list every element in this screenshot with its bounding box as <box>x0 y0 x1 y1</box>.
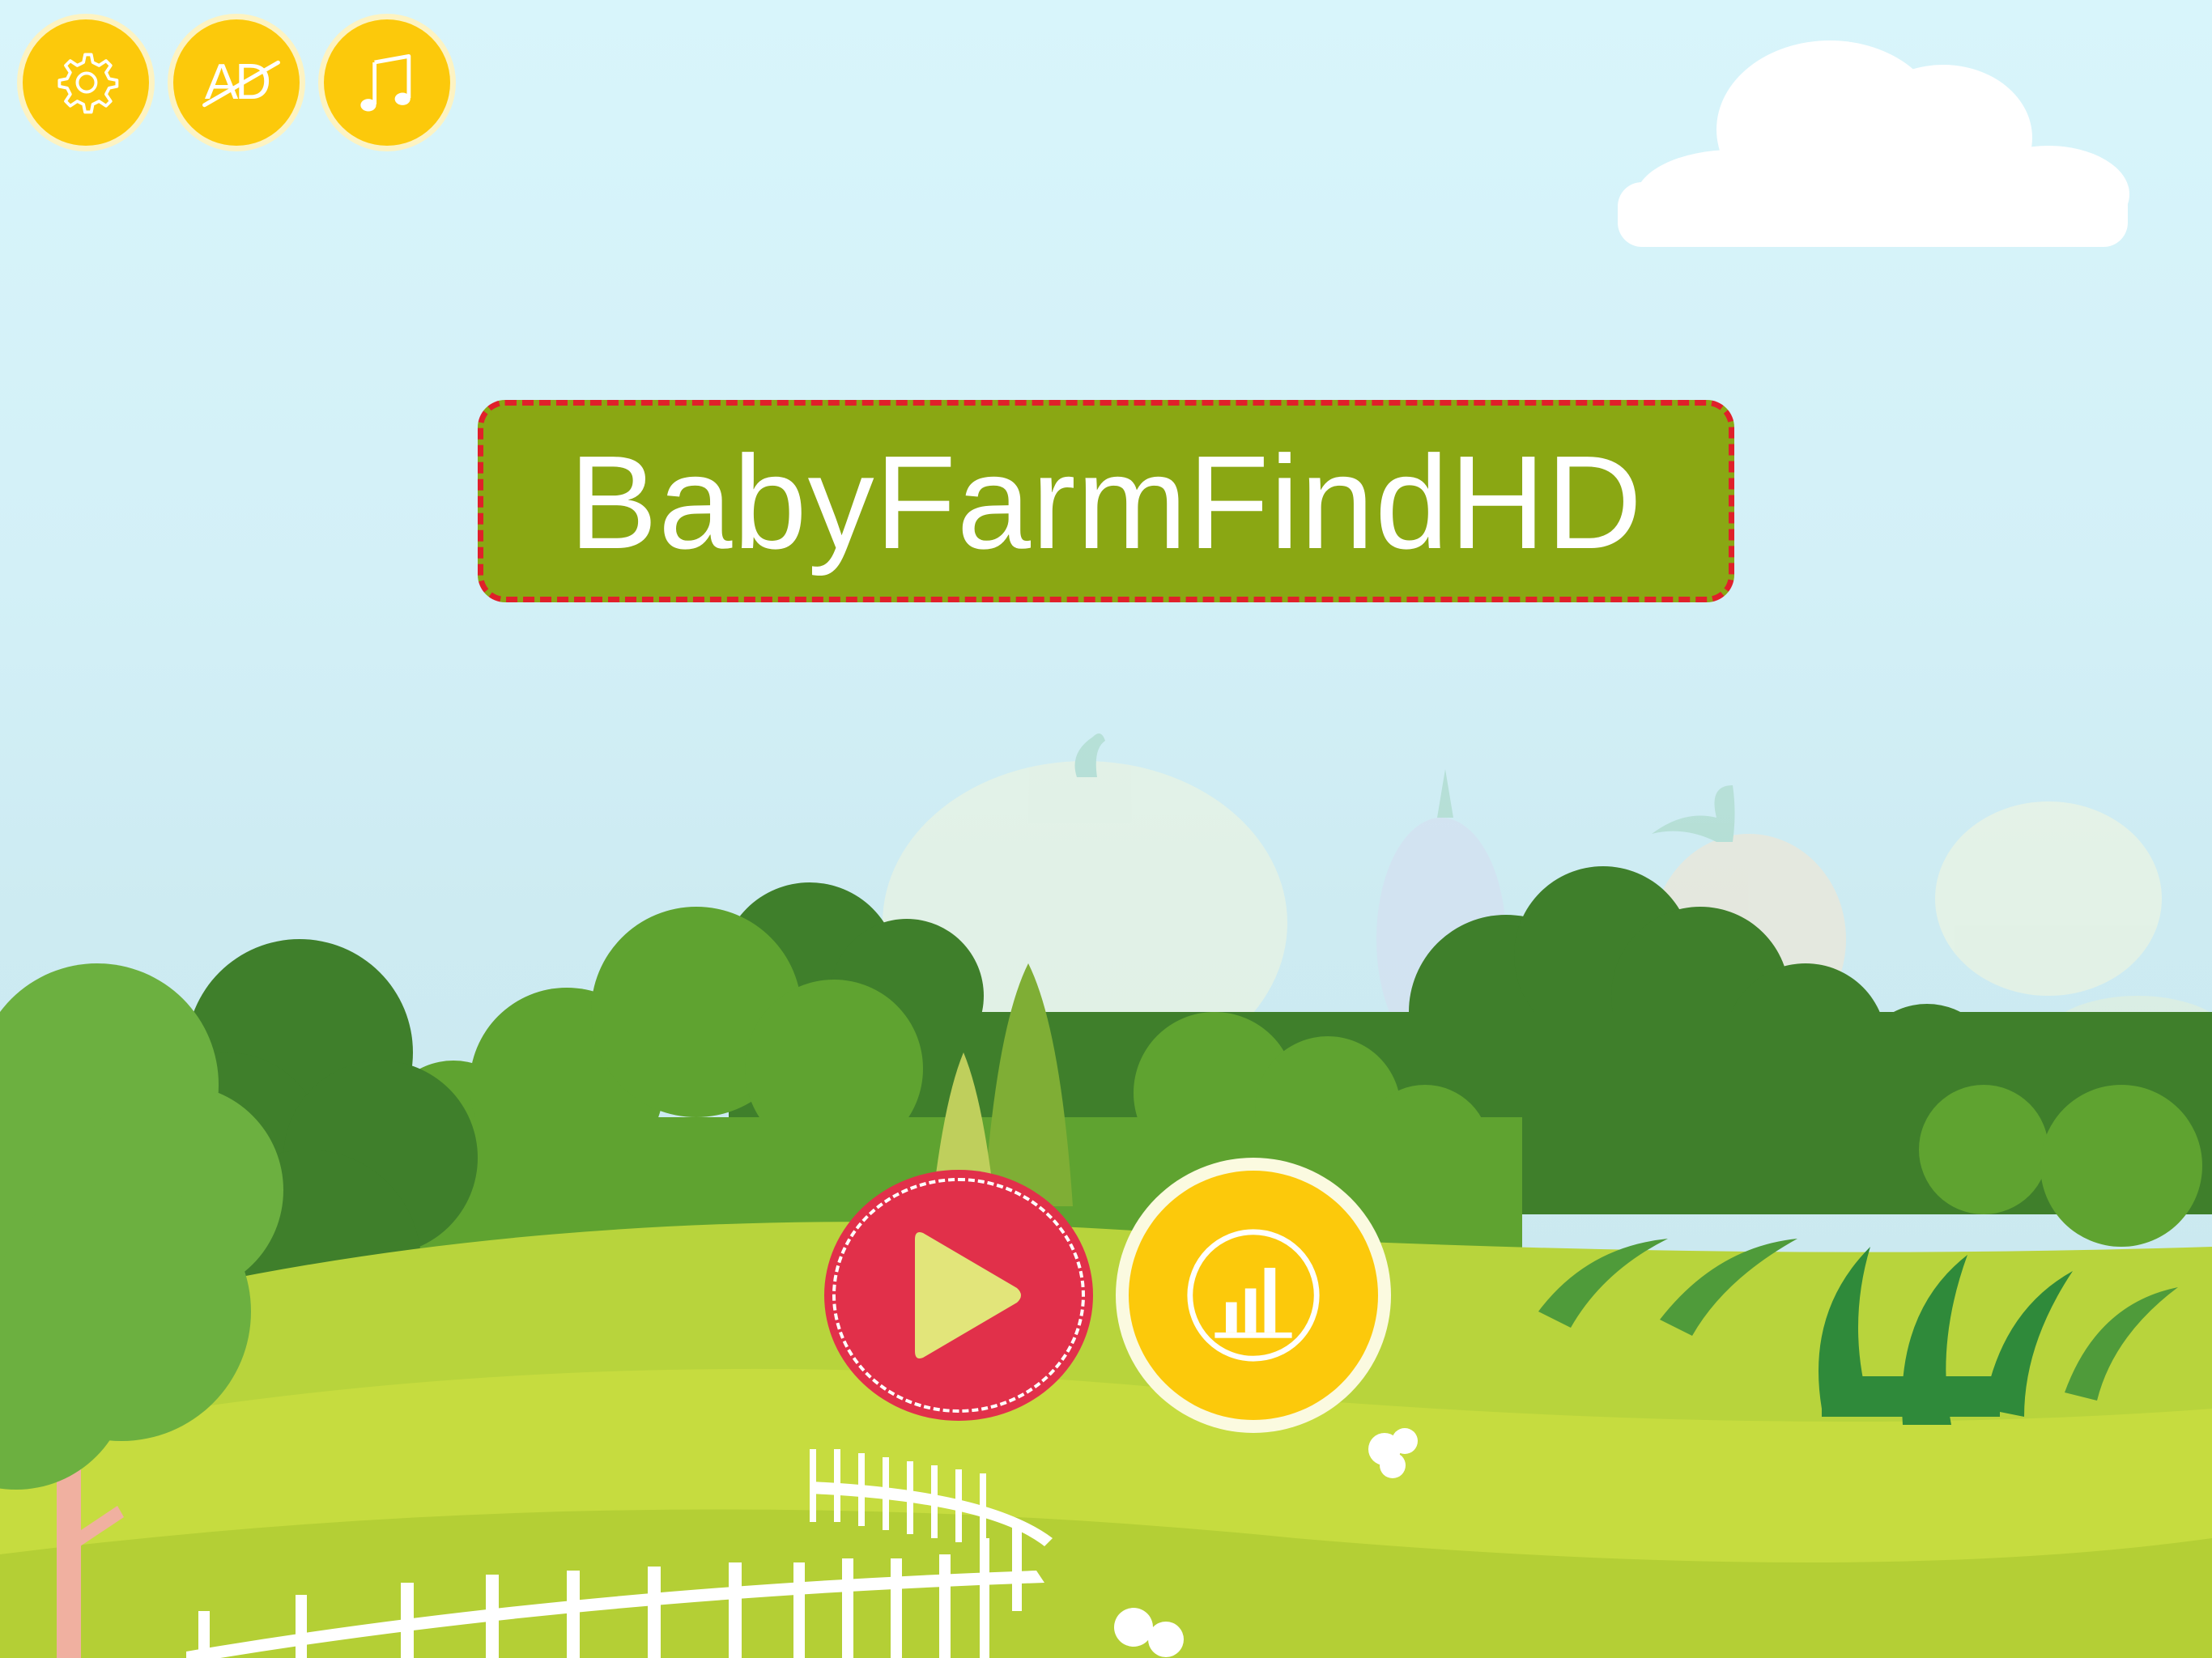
hills <box>0 1222 2212 1658</box>
leaderboard-button[interactable] <box>1116 1158 1391 1433</box>
gear-icon <box>57 53 119 114</box>
game-title: BabyFarmFindHD <box>568 428 1644 576</box>
music-note-icon <box>360 53 411 112</box>
no-ads-icon: AD <box>202 57 281 108</box>
game-main-menu: AD BabyFarmFindHD <box>0 0 2212 1658</box>
farm-background <box>0 40 2212 1658</box>
play-button[interactable] <box>824 1170 1093 1421</box>
leaderboard-button-face <box>1129 1171 1378 1420</box>
cloud <box>1618 40 2129 247</box>
settings-button[interactable] <box>23 19 149 146</box>
no-ads-button[interactable]: AD <box>173 19 300 146</box>
music-button[interactable] <box>324 19 450 146</box>
game-title-banner: BabyFarmFindHD <box>478 400 1734 602</box>
bar-chart-icon <box>1187 1229 1320 1362</box>
play-icon <box>915 1232 1021 1358</box>
